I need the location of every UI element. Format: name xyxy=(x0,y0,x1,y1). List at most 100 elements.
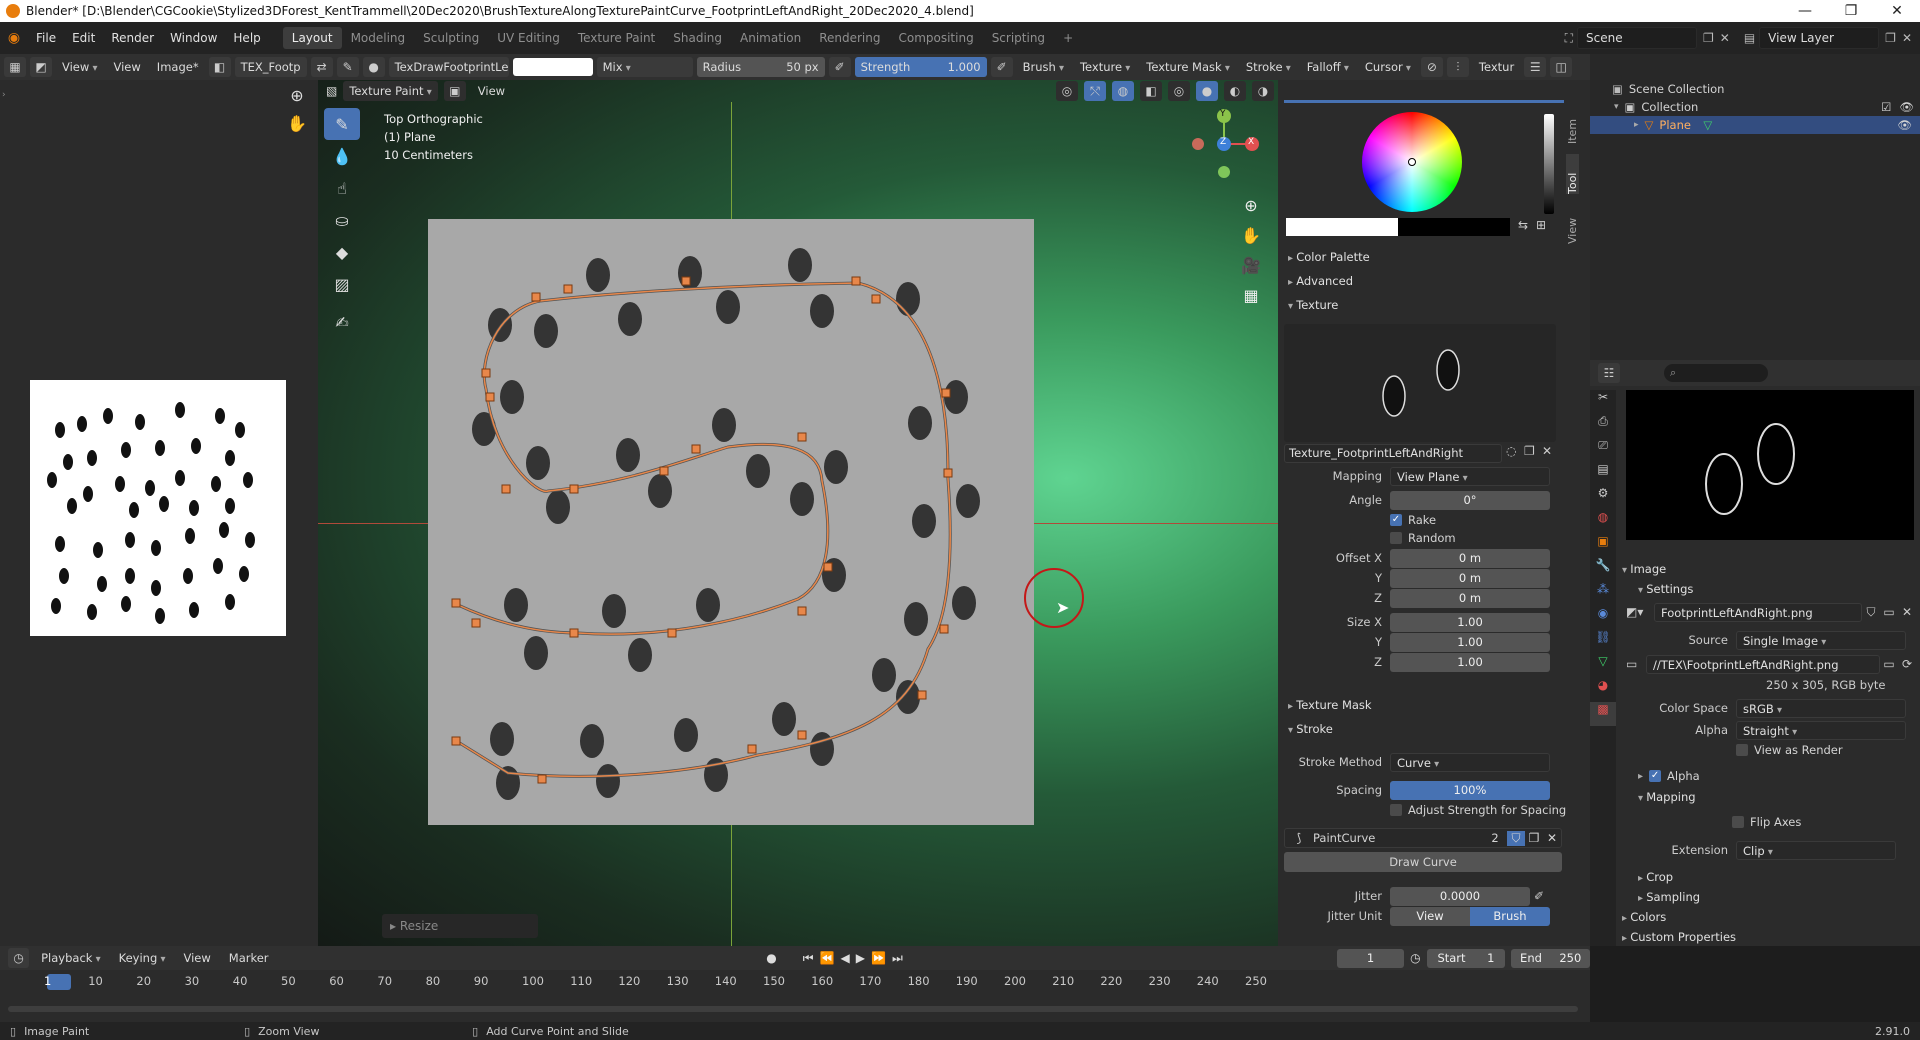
close-button[interactable]: ✕ xyxy=(1874,3,1920,19)
scene-selector[interactable]: Scene xyxy=(1577,27,1697,49)
zoom-icon[interactable]: ⊕ xyxy=(1238,196,1264,226)
paint-curve-name[interactable]: PaintCurve xyxy=(1313,831,1483,845)
texture-mask-menu[interactable]: Texture Mask xyxy=(1140,57,1236,77)
menu-help[interactable]: Help xyxy=(225,31,268,45)
outliner-scene-collection[interactable]: ▣ Scene Collection xyxy=(1612,80,1724,98)
navigation-gizmo[interactable] xyxy=(1184,96,1276,188)
tool-settings-icon[interactable]: ⇄ xyxy=(310,57,333,77)
grid-view-icon[interactable]: ▦ xyxy=(1238,286,1264,316)
size-z-field[interactable]: 1.00 xyxy=(1390,652,1550,672)
section-texture[interactable]: Texture xyxy=(1288,298,1338,312)
tab-sculpting[interactable]: Sculpting xyxy=(414,27,488,49)
new-scene-icon[interactable]: ❐ xyxy=(1703,31,1714,45)
gizmo-icon[interactable]: ⤲ xyxy=(1084,81,1106,101)
view-as-render-checkbox[interactable] xyxy=(1736,744,1748,756)
section-sampling[interactable]: Sampling xyxy=(1638,890,1700,904)
xray-icon[interactable]: ◧ xyxy=(1140,81,1162,101)
color-picker-handle[interactable] xyxy=(1408,158,1416,166)
particles-tab-icon[interactable]: ⁂ xyxy=(1590,582,1616,606)
new-view-layer-icon[interactable]: ❐ xyxy=(1885,31,1896,45)
texture-name-field[interactable]: Texture_FootprintLeftAndRight xyxy=(1284,444,1502,463)
texture-menu[interactable]: Texture xyxy=(1074,57,1136,77)
color-space-select[interactable]: sRGB xyxy=(1736,698,1906,718)
stroke-method-select[interactable]: Curve xyxy=(1390,752,1550,772)
value-slider[interactable] xyxy=(1544,114,1554,214)
unlink-curve-icon[interactable]: ✕ xyxy=(1543,831,1561,845)
section-mapping[interactable]: Mapping xyxy=(1638,790,1695,804)
add-workspace-button[interactable]: + xyxy=(1054,27,1082,49)
tab-animation[interactable]: Animation xyxy=(731,27,810,49)
offset-y-field[interactable]: 0 m xyxy=(1390,568,1550,588)
props-search-input[interactable]: ⌕ xyxy=(1664,364,1768,382)
filepath-field[interactable]: //TEX\FootprintLeftAndRight.png xyxy=(1646,654,1880,674)
modifier-tab-icon[interactable]: 🔧 xyxy=(1590,558,1616,582)
tab-rendering[interactable]: Rendering xyxy=(810,27,889,49)
visibility-icon[interactable]: ◎ xyxy=(1056,81,1078,101)
minimize-button[interactable]: — xyxy=(1782,3,1828,19)
jitter-unit-brush[interactable]: Brush xyxy=(1470,906,1550,926)
image-browse-icon[interactable]: ◧ xyxy=(208,57,231,77)
collection-checkbox[interactable]: ☑ xyxy=(1881,100,1891,114)
draw-curve-button[interactable]: Draw Curve xyxy=(1284,852,1562,872)
remove-scene-icon[interactable]: ✕ xyxy=(1720,31,1730,45)
section-custom-properties[interactable]: Custom Properties xyxy=(1622,930,1736,944)
offset-x-field[interactable]: 0 m xyxy=(1390,548,1550,568)
collapse-arrow-icon[interactable]: › xyxy=(2,90,6,100)
gradient-icon[interactable]: ⊞ xyxy=(1536,218,1546,232)
open-image-icon[interactable]: ▭ xyxy=(1880,605,1898,619)
scene-tab-icon[interactable]: ⚙ xyxy=(1590,486,1616,510)
browse-file-icon[interactable]: ▭ xyxy=(1880,657,1898,671)
image-browse-icon[interactable]: ◩▾ xyxy=(1626,605,1654,619)
world-tab-icon[interactable]: ◍ xyxy=(1590,510,1616,534)
paint-curve-icon[interactable]: ⟆ xyxy=(1285,831,1313,845)
color-swatch-secondary[interactable] xyxy=(1398,218,1510,236)
image-editor[interactable]: ⊕ ✋ › xyxy=(0,80,318,946)
fake-user-icon[interactable]: ◌ xyxy=(1506,444,1516,458)
physics-tab-icon[interactable]: ◉ xyxy=(1590,606,1616,630)
data-tab-icon[interactable]: ▽ xyxy=(1590,654,1616,678)
menu-file[interactable]: File xyxy=(28,31,64,45)
mirror-icon[interactable]: ⫶ xyxy=(1446,57,1469,77)
offset-z-field[interactable]: 0 m xyxy=(1390,588,1550,608)
brush-color-swatch[interactable] xyxy=(512,58,593,76)
editor-type-icon[interactable]: ▦ xyxy=(4,57,26,77)
section-texture-mask[interactable]: Texture Mask xyxy=(1288,698,1371,712)
camera-icon[interactable]: 🎥 xyxy=(1238,256,1264,286)
spacing-slider[interactable]: 100% xyxy=(1390,780,1550,800)
section-color-palette[interactable]: Color Palette xyxy=(1288,250,1370,264)
random-checkbox[interactable] xyxy=(1390,532,1402,544)
strength-slider[interactable]: Strength 1.000 xyxy=(854,57,987,77)
tab-tool[interactable]: Tool xyxy=(1566,154,1579,194)
image-fake-user-icon[interactable]: ⛉ xyxy=(1862,605,1880,620)
section-crop[interactable]: Crop xyxy=(1638,870,1673,884)
tab-modeling[interactable]: Modeling xyxy=(342,27,415,49)
texture-tab-icon[interactable]: ▩ xyxy=(1590,702,1616,726)
duplicate-texture-icon[interactable]: ❐ xyxy=(1524,444,1535,458)
unlink-image-icon[interactable]: ✕ xyxy=(1898,605,1916,619)
brush-menu[interactable]: Brush xyxy=(1017,57,1070,77)
mask-tool-icon[interactable]: ▨ xyxy=(324,268,360,300)
paint-plane[interactable] xyxy=(428,219,1034,825)
outliner-editor-type-icon[interactable]: ☰ xyxy=(1524,57,1547,77)
remove-view-layer-icon[interactable]: ✕ xyxy=(1902,31,1912,45)
symmetry-icon[interactable]: ⊘ xyxy=(1420,57,1443,77)
view-layer-selector[interactable]: View Layer xyxy=(1759,27,1880,49)
object-tab-icon[interactable]: ▣ xyxy=(1590,534,1616,558)
tab-texture-paint[interactable]: Texture Paint xyxy=(569,27,664,49)
size-x-field[interactable]: 1.00 xyxy=(1390,612,1550,632)
duplicate-curve-icon[interactable]: ❐ xyxy=(1525,831,1543,845)
mapping-select[interactable]: View Plane xyxy=(1390,466,1550,486)
jitter-pressure-icon[interactable]: ✐ xyxy=(1530,889,1548,903)
tab-scripting[interactable]: Scripting xyxy=(983,27,1054,49)
section-image[interactable]: Image xyxy=(1622,562,1666,576)
alpha-checkbox[interactable]: ✓ xyxy=(1649,770,1662,782)
strength-pressure-icon[interactable]: ✐ xyxy=(990,57,1013,77)
props-editor-type-icon[interactable]: ☷ xyxy=(1598,363,1620,383)
view-menu[interactable]: View xyxy=(56,57,104,77)
plane-eye-icon[interactable]: 👁 xyxy=(1897,118,1912,132)
draw-tool-icon[interactable]: ✎ xyxy=(324,108,360,140)
jitter-unit-view[interactable]: View xyxy=(1390,906,1470,926)
alpha-mode-select[interactable]: Straight xyxy=(1736,720,1906,740)
smear-tool-icon[interactable]: ☝ xyxy=(324,172,360,204)
menu-window[interactable]: Window xyxy=(162,31,225,45)
